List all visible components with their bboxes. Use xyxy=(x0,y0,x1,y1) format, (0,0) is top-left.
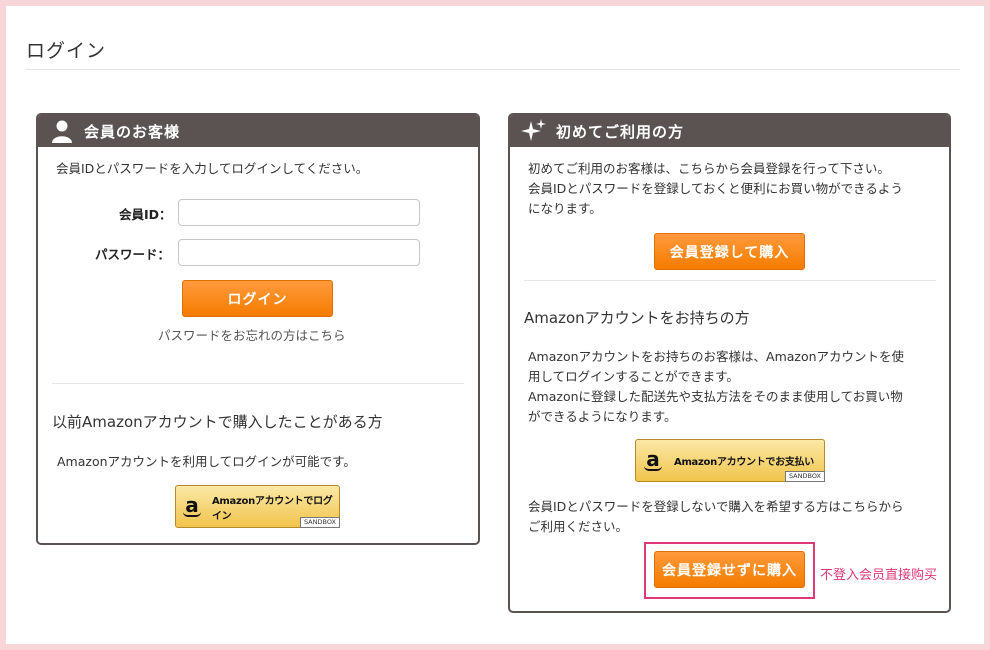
user-icon xyxy=(48,118,76,144)
amazon-logo-icon: a xyxy=(182,494,202,520)
guest-checkout-annotation: 不登入会员直接购买 xyxy=(820,568,938,583)
register-and-buy-button[interactable]: 会員登録して購入 xyxy=(654,233,805,270)
password-label: パスワード： xyxy=(95,247,171,262)
member-panel-header: 会員のお客様 xyxy=(38,115,478,147)
member-id-label: 会員ID： xyxy=(119,207,172,222)
newuser-intro-line2: 会員IDとパスワードを登録しておくと便利にお買い物ができるよう xyxy=(528,181,903,196)
newuser-amazon-line2: 用してログインすることができます。 xyxy=(528,369,739,384)
member-id-input[interactable] xyxy=(178,199,420,226)
newuser-amazon-line1: Amazonアカウントをお持ちのお客様は、Amazonアカウントを使 xyxy=(528,349,905,364)
amazon-logo-icon: a xyxy=(642,448,664,474)
amazon-login-button[interactable]: a Amazonアカウントでログイン SANDBOX xyxy=(175,485,340,528)
sandbox-badge: SANDBOX xyxy=(784,471,825,482)
new-customer-panel-title: 初めてご利用の方 xyxy=(556,122,685,141)
sandbox-badge: SANDBOX xyxy=(299,517,340,528)
title-divider xyxy=(26,69,960,70)
newuser-amazon-line4: ができるようになります。 xyxy=(528,409,677,424)
member-amazon-title: 以前Amazonアカウントで購入したことがある方 xyxy=(52,413,383,431)
guest-line1: 会員IDとパスワードを登録しないで購入を希望する方はこちらから xyxy=(528,499,904,514)
guest-checkout-highlight xyxy=(644,542,815,599)
newuser-amazon-title: Amazonアカウントをお持ちの方 xyxy=(524,309,750,327)
amazon-pay-label: Amazonアカウントでお支払い xyxy=(674,457,814,468)
login-button[interactable]: ログイン xyxy=(182,280,333,317)
newuser-amazon-line3: Amazonに登録した配送先や支払方法をそのまま使用してお買い物 xyxy=(528,389,903,404)
new-customer-panel-header: 初めてご利用の方 xyxy=(510,115,949,147)
newuser-divider xyxy=(524,280,936,281)
sparkle-icon xyxy=(520,118,548,144)
page-title: ログイン xyxy=(26,40,107,62)
member-amazon-text: Amazonアカウントを利用してログインが可能です。 xyxy=(57,454,356,469)
guest-line2: ご利用ください。 xyxy=(528,519,629,534)
forgot-password-link[interactable]: パスワードをお忘れの方はこちら xyxy=(158,326,346,346)
newuser-intro-line3: になります。 xyxy=(528,201,602,216)
password-input[interactable] xyxy=(178,239,420,266)
newuser-intro-line1: 初めてご利用のお客様は、こちらから会員登録を行って下さい。 xyxy=(528,161,890,176)
member-panel-title: 会員のお客様 xyxy=(84,122,181,141)
member-divider xyxy=(52,383,464,384)
amazon-pay-button[interactable]: a Amazonアカウントでお支払い SANDBOX xyxy=(635,439,825,482)
member-intro: 会員IDとパスワードを入力してログインしてください。 xyxy=(56,161,369,176)
